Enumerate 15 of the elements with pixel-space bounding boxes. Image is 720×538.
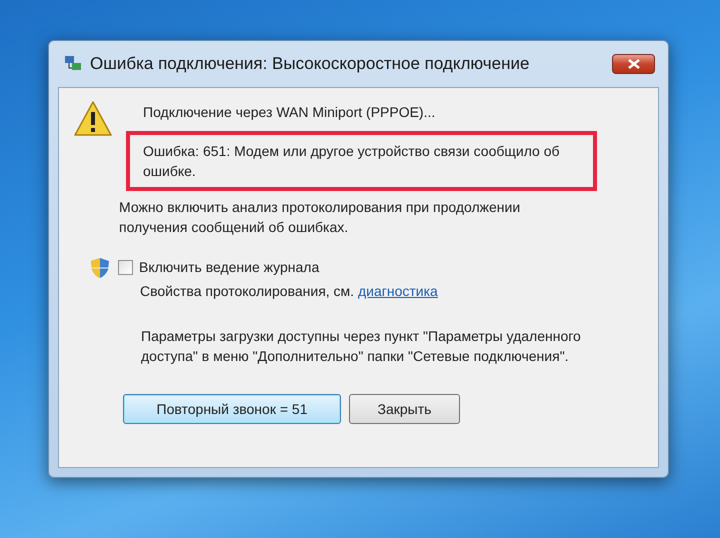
close-icon — [628, 59, 640, 69]
connecting-text: Подключение через WAN Miniport (PPPOE)... — [143, 103, 436, 122]
close-button[interactable] — [612, 54, 655, 74]
hint-text: Можно включить анализ протоколирования при продолжении получения сообщений об ошибках. — [119, 198, 522, 237]
checkbox[interactable] — [118, 260, 133, 275]
checkbox-label[interactable]: Включить ведение журнала — [139, 257, 320, 278]
warning-icon — [73, 100, 113, 138]
error-message: Ошибка: 651: Модем или другое устройство связи сообщило об ошибке. — [143, 142, 561, 181]
redial-button[interactable]: Повторный звонок = 51 — [123, 394, 341, 424]
dialog-close-button[interactable]: Закрыть — [349, 394, 460, 424]
diagnostics-link[interactable]: диагностика — [358, 283, 438, 299]
shield-icon — [90, 257, 110, 279]
properties-text: Свойства протоколирования, см. — [140, 283, 354, 299]
window-title: Ошибка подключения: Высокоскоростное подключение — [90, 53, 530, 76]
info-text: Параметры загрузки доступны через пункт "Параметры удаленного доступа" в меню "Дополнительно" папки "Сетевые подключения". — [141, 327, 582, 366]
